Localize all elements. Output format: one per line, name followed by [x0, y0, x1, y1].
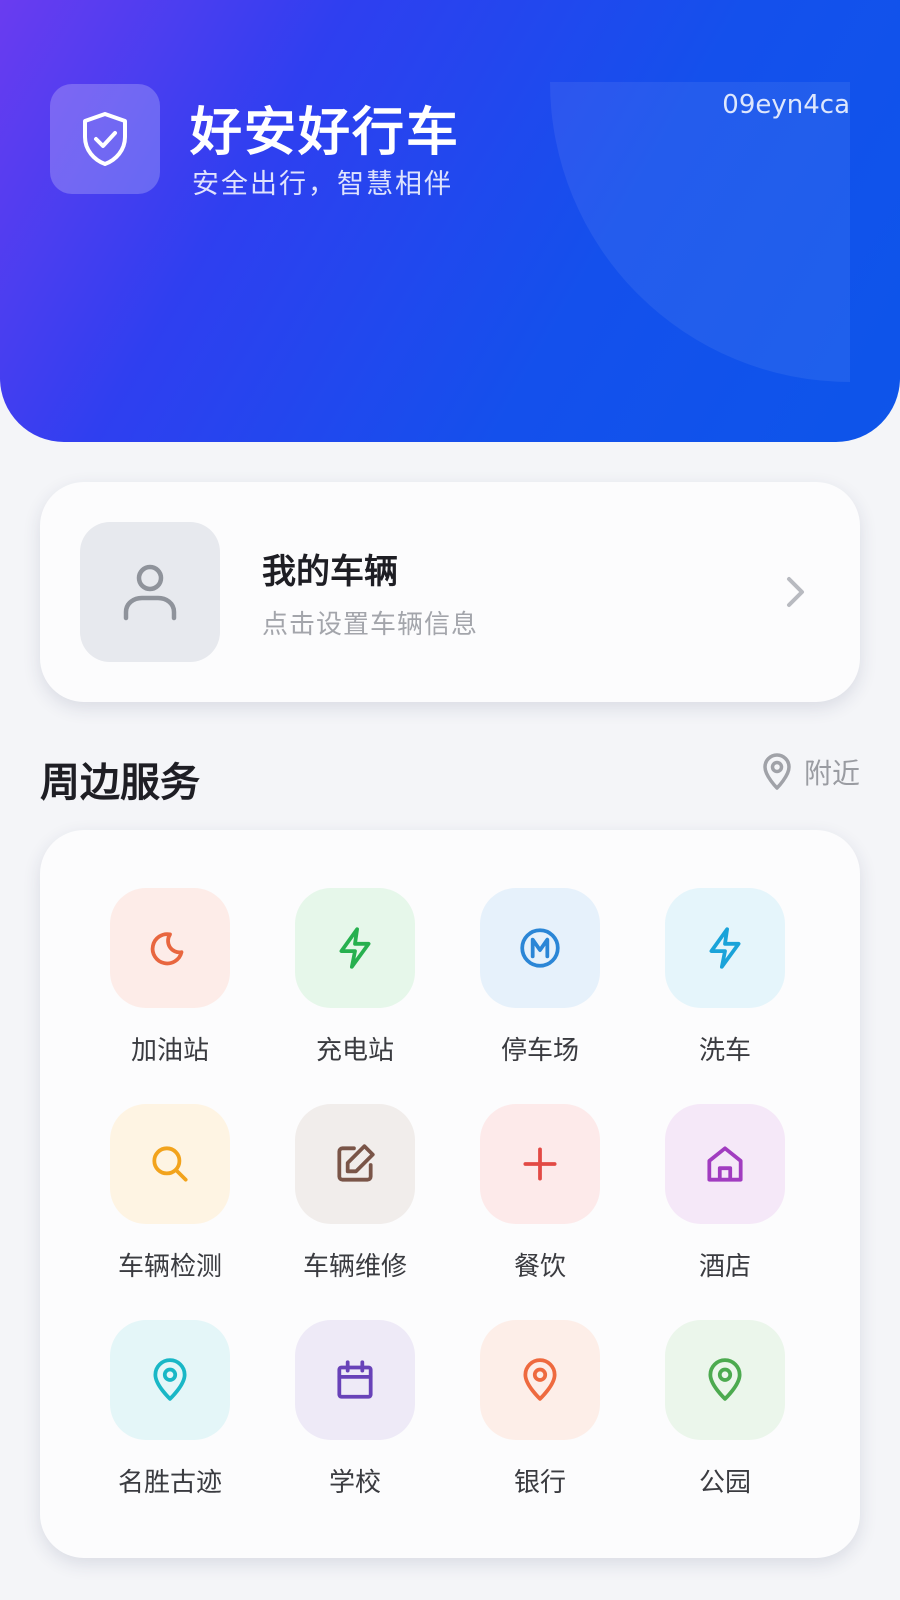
- service-item[interactable]: 洗车: [665, 888, 785, 1066]
- home-icon: [707, 1146, 743, 1182]
- vehicle-title: 我的车辆: [262, 552, 398, 592]
- header-banner: 好安好行车 安全出行，智慧相伴 09eyn4ca: [0, 0, 900, 442]
- service-item[interactable]: 银行: [480, 1320, 600, 1498]
- service-label: 公园: [698, 1468, 751, 1498]
- service-icon-box: [295, 1104, 415, 1224]
- lightning-icon: [339, 927, 371, 969]
- service-icon-box: [480, 1320, 600, 1440]
- location-pin-icon: [153, 1358, 187, 1401]
- service-label: 车辆检测: [117, 1252, 222, 1282]
- service-icon-box: [665, 1320, 785, 1440]
- edit-icon: [337, 1144, 375, 1182]
- my-vehicle-card[interactable]: 我的车辆 点击设置车辆信息: [40, 482, 860, 702]
- service-label: 停车场: [500, 1036, 579, 1066]
- moon-icon: [150, 932, 184, 966]
- service-item[interactable]: 充电站: [295, 888, 415, 1066]
- app-title: 好安好行车: [190, 103, 461, 163]
- service-item[interactable]: 学校: [295, 1320, 415, 1498]
- service-grid: 加油站 充电站 停车场 洗车车辆检测 车辆维修 餐饮 酒店名胜古迹 学校 银行 公园: [110, 888, 785, 1498]
- service-icon-box: [110, 888, 230, 1008]
- vehicle-avatar: [80, 522, 220, 662]
- service-item[interactable]: 加油站: [110, 888, 230, 1066]
- section-title: 周边服务: [40, 760, 200, 806]
- shield-check-icon: [83, 112, 127, 166]
- service-label: 酒店: [698, 1252, 751, 1282]
- services-card: 加油站 充电站 停车场 洗车车辆检测 车辆维修 餐饮 酒店名胜古迹 学校 银行 公园: [40, 830, 860, 1558]
- vehicle-subtitle: 点击设置车辆信息: [262, 610, 479, 640]
- location-pin-icon: [708, 1358, 742, 1401]
- service-label: 车辆维修: [302, 1252, 407, 1282]
- service-item[interactable]: 车辆维修: [295, 1104, 415, 1282]
- nearby-label: 附近: [803, 757, 860, 790]
- search-icon: [152, 1146, 188, 1182]
- service-icon-box: [110, 1320, 230, 1440]
- service-label: 加油站: [130, 1036, 209, 1066]
- service-item[interactable]: 公园: [665, 1320, 785, 1498]
- service-icon-box: [665, 1104, 785, 1224]
- service-label: 学校: [328, 1468, 381, 1498]
- user-icon: [123, 564, 177, 621]
- service-item[interactable]: 名胜古迹: [110, 1320, 230, 1498]
- lightning-icon: [709, 927, 741, 969]
- service-icon-box: [665, 888, 785, 1008]
- service-icon-box: [480, 1104, 600, 1224]
- calendar-icon: [337, 1360, 373, 1399]
- service-icon-box: [295, 1320, 415, 1440]
- service-label: 餐饮: [513, 1252, 566, 1282]
- metro-icon: [520, 928, 560, 968]
- service-label: 充电站: [315, 1036, 394, 1066]
- service-label: 银行: [513, 1468, 566, 1498]
- service-icon-box: [295, 888, 415, 1008]
- service-icon-box: [480, 888, 600, 1008]
- service-item[interactable]: 车辆检测: [110, 1104, 230, 1282]
- app-slogan: 安全出行，智慧相伴: [192, 169, 453, 200]
- service-item[interactable]: 停车场: [480, 888, 600, 1066]
- app-logo: [50, 84, 160, 194]
- chevron-right-icon: [787, 577, 804, 607]
- location-pin-icon: [763, 753, 791, 790]
- service-label: 名胜古迹: [117, 1468, 222, 1498]
- code-label: 09eyn4ca: [722, 90, 850, 120]
- service-label: 洗车: [698, 1036, 751, 1066]
- plus-icon: [523, 1147, 557, 1181]
- service-item[interactable]: 酒店: [665, 1104, 785, 1282]
- location-pin-icon: [523, 1358, 557, 1401]
- service-item[interactable]: 餐饮: [480, 1104, 600, 1282]
- nearby-button[interactable]: 附近: [760, 752, 860, 792]
- service-icon-box: [110, 1104, 230, 1224]
- header-decoration: [550, 82, 850, 382]
